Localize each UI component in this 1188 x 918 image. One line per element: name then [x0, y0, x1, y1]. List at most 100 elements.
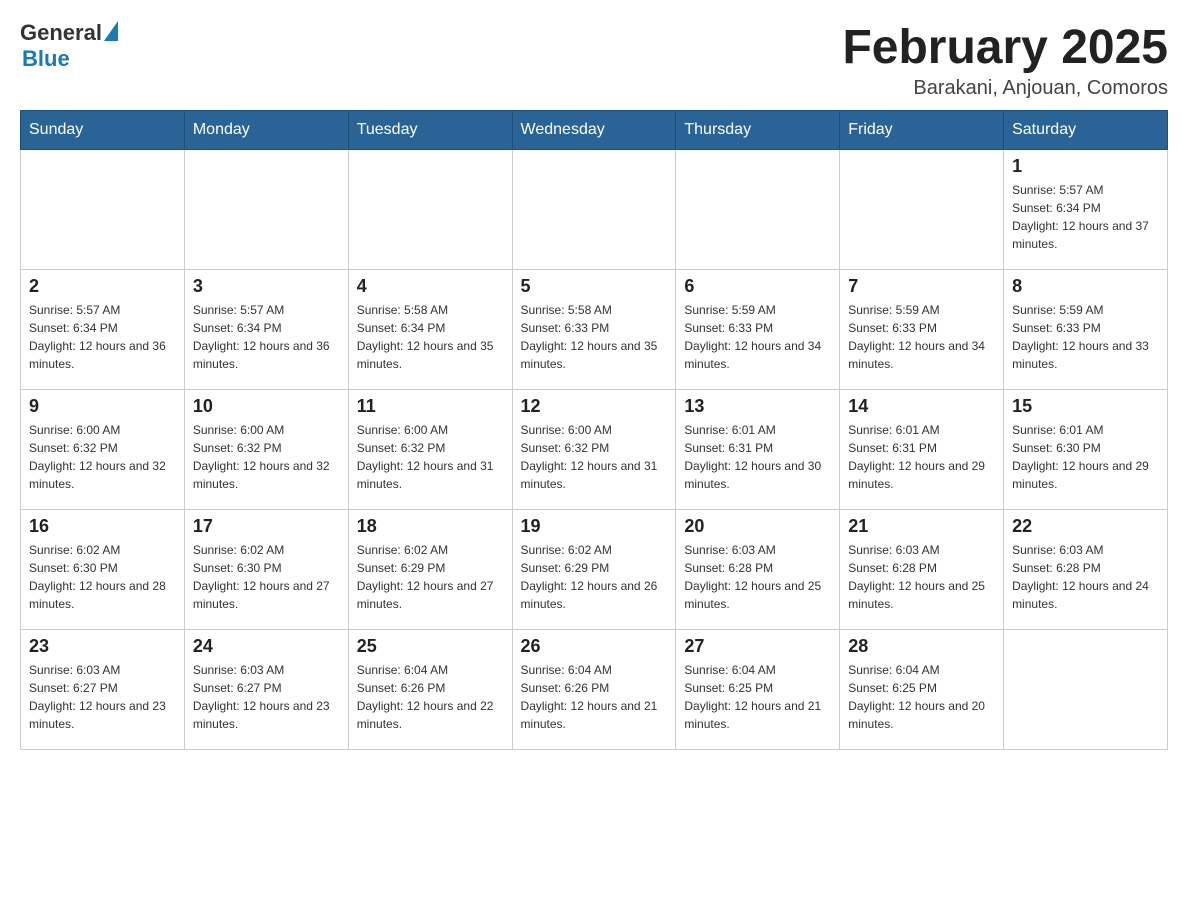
day-info: Sunrise: 6:02 AM Sunset: 6:30 PM Dayligh…	[29, 541, 176, 613]
day-number: 21	[848, 516, 995, 537]
calendar-cell: 25 Sunrise: 6:04 AM Sunset: 6:26 PM Dayli…	[348, 630, 512, 750]
calendar-cell	[348, 150, 512, 270]
calendar-cell: 24 Sunrise: 6:03 AM Sunset: 6:27 PM Dayli…	[184, 630, 348, 750]
day-info: Sunrise: 6:00 AM Sunset: 6:32 PM Dayligh…	[193, 421, 340, 493]
day-info: Sunrise: 6:00 AM Sunset: 6:32 PM Dayligh…	[29, 421, 176, 493]
weekday-header-monday: Monday	[184, 111, 348, 150]
logo-blue-text: Blue	[22, 46, 70, 72]
weekday-header-thursday: Thursday	[676, 111, 840, 150]
calendar-cell: 8Sunrise: 5:59 AM Sunset: 6:33 PM Daylig…	[1004, 270, 1168, 390]
calendar-cell: 4 Sunrise: 5:58 AM Sunset: 6:34 PM Daylig…	[348, 270, 512, 390]
calendar-cell: 13 Sunrise: 6:01 AM Sunset: 6:31 PM Dayli…	[676, 390, 840, 510]
day-number: 27	[684, 636, 831, 657]
day-info: Sunrise: 6:01 AM Sunset: 6:31 PM Dayligh…	[684, 421, 831, 493]
day-info: Sunrise: 6:02 AM Sunset: 6:29 PM Dayligh…	[521, 541, 668, 613]
day-info: Sunrise: 6:03 AM Sunset: 6:28 PM Dayligh…	[684, 541, 831, 613]
calendar-cell: 2 Sunrise: 5:57 AM Sunset: 6:34 PM Daylig…	[21, 270, 185, 390]
calendar-cell	[184, 150, 348, 270]
calendar-cell: 23 Sunrise: 6:03 AM Sunset: 6:27 PM Dayli…	[21, 630, 185, 750]
day-info: Sunrise: 6:04 AM Sunset: 6:25 PM Dayligh…	[684, 661, 831, 733]
day-number: 20	[684, 516, 831, 537]
day-info: Sunrise: 6:04 AM Sunset: 6:25 PM Dayligh…	[848, 661, 995, 733]
calendar-cell: 21 Sunrise: 6:03 AM Sunset: 6:28 PM Dayli…	[840, 510, 1004, 630]
day-info: Sunrise: 6:03 AM Sunset: 6:27 PM Dayligh…	[29, 661, 176, 733]
title-section: February 2025 Barakani, Anjouan, Comoros	[842, 20, 1168, 100]
day-number: 23	[29, 636, 176, 657]
calendar-cell: 15Sunrise: 6:01 AM Sunset: 6:30 PM Dayli…	[1004, 390, 1168, 510]
calendar-cell: 11 Sunrise: 6:00 AM Sunset: 6:32 PM Dayli…	[348, 390, 512, 510]
day-info: Sunrise: 6:03 AM Sunset: 6:27 PM Dayligh…	[193, 661, 340, 733]
day-number: 25	[357, 636, 504, 657]
day-info: Sunrise: 6:00 AM Sunset: 6:32 PM Dayligh…	[521, 421, 668, 493]
week-row-2: 2 Sunrise: 5:57 AM Sunset: 6:34 PM Daylig…	[21, 270, 1168, 390]
logo: General Blue	[20, 20, 118, 72]
day-number: 7	[848, 276, 995, 297]
day-number: 6	[684, 276, 831, 297]
calendar-cell: 26 Sunrise: 6:04 AM Sunset: 6:26 PM Dayli…	[512, 630, 676, 750]
calendar-cell: 28Sunrise: 6:04 AM Sunset: 6:25 PM Dayli…	[840, 630, 1004, 750]
month-title: February 2025	[842, 20, 1168, 75]
day-number: 8	[1012, 276, 1159, 297]
day-info: Sunrise: 6:01 AM Sunset: 6:31 PM Dayligh…	[848, 421, 995, 493]
weekday-header-sunday: Sunday	[21, 111, 185, 150]
day-info: Sunrise: 5:57 AM Sunset: 6:34 PM Dayligh…	[1012, 181, 1159, 253]
day-number: 1	[1012, 156, 1159, 177]
calendar-cell: 19 Sunrise: 6:02 AM Sunset: 6:29 PM Dayli…	[512, 510, 676, 630]
day-info: Sunrise: 6:01 AM Sunset: 6:30 PM Dayligh…	[1012, 421, 1159, 493]
day-info: Sunrise: 6:00 AM Sunset: 6:32 PM Dayligh…	[357, 421, 504, 493]
calendar-cell: 16 Sunrise: 6:02 AM Sunset: 6:30 PM Dayli…	[21, 510, 185, 630]
day-number: 22	[1012, 516, 1159, 537]
week-row-5: 23 Sunrise: 6:03 AM Sunset: 6:27 PM Dayli…	[21, 630, 1168, 750]
day-number: 13	[684, 396, 831, 417]
day-number: 26	[521, 636, 668, 657]
calendar-cell: 14Sunrise: 6:01 AM Sunset: 6:31 PM Dayli…	[840, 390, 1004, 510]
calendar-cell: 17 Sunrise: 6:02 AM Sunset: 6:30 PM Dayli…	[184, 510, 348, 630]
day-info: Sunrise: 6:04 AM Sunset: 6:26 PM Dayligh…	[521, 661, 668, 733]
weekday-header-saturday: Saturday	[1004, 111, 1168, 150]
day-number: 18	[357, 516, 504, 537]
calendar-cell: 10 Sunrise: 6:00 AM Sunset: 6:32 PM Dayli…	[184, 390, 348, 510]
day-info: Sunrise: 5:58 AM Sunset: 6:34 PM Dayligh…	[357, 301, 504, 373]
week-row-4: 16 Sunrise: 6:02 AM Sunset: 6:30 PM Dayli…	[21, 510, 1168, 630]
calendar-cell: 5 Sunrise: 5:58 AM Sunset: 6:33 PM Daylig…	[512, 270, 676, 390]
calendar-cell	[1004, 630, 1168, 750]
logo-general-text: General	[20, 20, 102, 46]
calendar-cell: 1 Sunrise: 5:57 AM Sunset: 6:34 PM Daylig…	[1004, 150, 1168, 270]
day-info: Sunrise: 5:58 AM Sunset: 6:33 PM Dayligh…	[521, 301, 668, 373]
calendar-cell: 27 Sunrise: 6:04 AM Sunset: 6:25 PM Dayli…	[676, 630, 840, 750]
day-number: 10	[193, 396, 340, 417]
day-number: 2	[29, 276, 176, 297]
day-info: Sunrise: 6:03 AM Sunset: 6:28 PM Dayligh…	[848, 541, 995, 613]
calendar-table: SundayMondayTuesdayWednesdayThursdayFrid…	[20, 110, 1168, 750]
day-number: 9	[29, 396, 176, 417]
logo-triangle-icon	[104, 21, 118, 41]
day-info: Sunrise: 5:57 AM Sunset: 6:34 PM Dayligh…	[29, 301, 176, 373]
calendar-cell: 18Sunrise: 6:02 AM Sunset: 6:29 PM Dayli…	[348, 510, 512, 630]
day-number: 4	[357, 276, 504, 297]
day-info: Sunrise: 6:03 AM Sunset: 6:28 PM Dayligh…	[1012, 541, 1159, 613]
calendar-cell	[840, 150, 1004, 270]
calendar-cell: 3Sunrise: 5:57 AM Sunset: 6:34 PM Daylig…	[184, 270, 348, 390]
calendar-cell: 20 Sunrise: 6:03 AM Sunset: 6:28 PM Dayli…	[676, 510, 840, 630]
day-number: 24	[193, 636, 340, 657]
day-info: Sunrise: 6:02 AM Sunset: 6:30 PM Dayligh…	[193, 541, 340, 613]
day-number: 11	[357, 396, 504, 417]
calendar-cell: 12Sunrise: 6:00 AM Sunset: 6:32 PM Dayli…	[512, 390, 676, 510]
location: Barakani, Anjouan, Comoros	[842, 77, 1168, 100]
day-number: 17	[193, 516, 340, 537]
calendar-cell	[21, 150, 185, 270]
calendar-cell	[512, 150, 676, 270]
day-number: 16	[29, 516, 176, 537]
weekday-header-wednesday: Wednesday	[512, 111, 676, 150]
calendar-cell: 22 Sunrise: 6:03 AM Sunset: 6:28 PM Dayli…	[1004, 510, 1168, 630]
week-row-3: 9 Sunrise: 6:00 AM Sunset: 6:32 PM Daylig…	[21, 390, 1168, 510]
day-info: Sunrise: 6:04 AM Sunset: 6:26 PM Dayligh…	[357, 661, 504, 733]
calendar-cell: 9 Sunrise: 6:00 AM Sunset: 6:32 PM Daylig…	[21, 390, 185, 510]
weekday-header-row: SundayMondayTuesdayWednesdayThursdayFrid…	[21, 111, 1168, 150]
week-row-1: 1 Sunrise: 5:57 AM Sunset: 6:34 PM Daylig…	[21, 150, 1168, 270]
day-number: 5	[521, 276, 668, 297]
weekday-header-friday: Friday	[840, 111, 1004, 150]
day-number: 19	[521, 516, 668, 537]
day-info: Sunrise: 5:59 AM Sunset: 6:33 PM Dayligh…	[684, 301, 831, 373]
day-info: Sunrise: 5:59 AM Sunset: 6:33 PM Dayligh…	[848, 301, 995, 373]
